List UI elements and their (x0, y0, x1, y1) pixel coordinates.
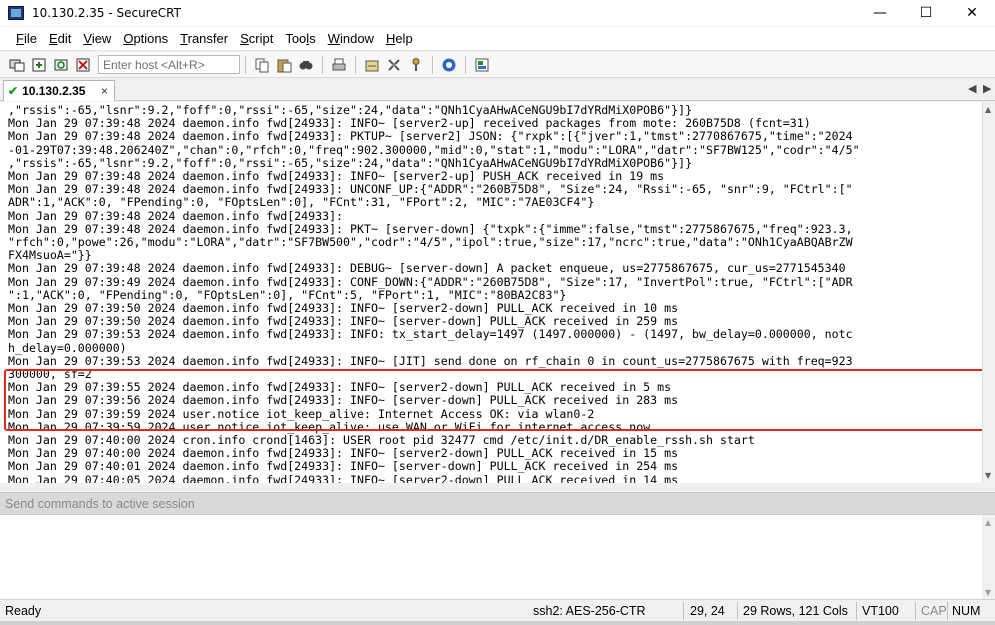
status-divider (737, 602, 738, 620)
status-num-lock: NUM (952, 604, 981, 618)
tab-scroll-left-icon[interactable]: ◀ (968, 82, 976, 95)
print-icon[interactable] (330, 56, 348, 74)
status-emulation: VT100 (862, 604, 899, 618)
copy-icon[interactable] (253, 56, 271, 74)
tab-scroll-right-icon[interactable]: ▶ (983, 82, 991, 95)
terminal-line: Mon Jan 29 07:39:48 2024 daemon.info fwd… (8, 261, 846, 276)
status-divider (915, 602, 916, 620)
disconnect-icon[interactable] (74, 56, 92, 74)
scroll-up-icon[interactable]: ▲ (985, 518, 991, 527)
securecrt-app-icon (8, 6, 24, 20)
toolbar-separator (322, 55, 323, 74)
status-ready: Ready (5, 604, 42, 618)
menu-transfer[interactable]: Transfer (174, 31, 234, 46)
session-options-icon[interactable] (363, 56, 381, 74)
scroll-down-icon[interactable]: ▼ (985, 588, 991, 597)
toolbar-separator (432, 55, 433, 74)
connected-check-icon: ✔ (8, 84, 19, 98)
command-input-area[interactable]: ▲ ▼ (0, 514, 995, 600)
terminal-line: Mon Jan 29 07:39:48 2024 daemon.info fwd… (8, 129, 853, 144)
terminal-line: Mon Jan 29 07:39:53 2024 daemon.info fwd… (8, 353, 853, 368)
menu-window[interactable]: Window (322, 31, 380, 46)
minimize-button[interactable]: — (857, 0, 903, 26)
terminal-line: h_delay=0.000000) (8, 340, 127, 355)
menu-edit[interactable]: Edit (43, 31, 77, 46)
paste-icon[interactable] (275, 56, 293, 74)
terminal-line: -01-29T07:39:48.206240Z","chan":0,"rfch"… (8, 142, 860, 157)
terminal-line: Mon Jan 29 07:39:53 2024 daemon.info fwd… (8, 327, 853, 342)
terminal-line: ADR":1,"ACK":0, "FPending":0, "FOptsLen"… (8, 195, 595, 210)
window-title: 10.130.2.35 - SecureCRT (32, 6, 181, 20)
menu-file[interactable]: File (10, 31, 43, 46)
session-tab-strip: ✔ 10.130.2.35 × ◀ ▶ (0, 79, 995, 101)
terminal-line: Mon Jan 29 07:40:05 2024 daemon.info fwd… (8, 472, 679, 483)
toolbar (0, 52, 995, 78)
terminal-line: Mon Jan 29 07:39:49 2024 daemon.info fwd… (8, 274, 853, 289)
window-controls: — ☐ ✕ (857, 0, 995, 26)
session-tab-label: 10.130.2.35 (22, 84, 86, 98)
session-tab[interactable]: ✔ 10.130.2.35 × (3, 80, 115, 101)
menu-view[interactable]: View (77, 31, 117, 46)
menu-script[interactable]: Script (234, 31, 279, 46)
menu-help[interactable]: Help (380, 31, 419, 46)
scroll-down-icon[interactable]: ▼ (985, 471, 991, 480)
status-divider (856, 602, 857, 620)
find-icon[interactable] (297, 56, 315, 74)
status-divider (683, 602, 684, 620)
status-divider (947, 602, 948, 620)
session-manager-icon[interactable] (473, 56, 491, 74)
global-options-icon[interactable] (385, 56, 403, 74)
help-icon[interactable] (440, 56, 458, 74)
splitter[interactable] (0, 483, 995, 492)
menu-bar: File Edit View Options Transfer Script T… (0, 27, 995, 51)
connect-icon[interactable] (8, 56, 26, 74)
title-bar: 10.130.2.35 - SecureCRT — ☐ ✕ (0, 0, 995, 26)
terminal-line: Mon Jan 29 07:40:01 2024 daemon.info fwd… (8, 459, 679, 474)
toolbar-separator (245, 55, 246, 74)
command-scrollbar[interactable]: ▲ ▼ (982, 515, 995, 600)
maximize-button[interactable]: ☐ (903, 0, 949, 26)
enter-host-input[interactable] (98, 55, 240, 74)
status-caps-lock: CAP (921, 604, 947, 618)
menu-tools[interactable]: Tools (279, 31, 321, 46)
tab-close-icon[interactable]: × (101, 84, 108, 98)
toolbar-separator (465, 55, 466, 74)
taskbar-edge (0, 621, 995, 625)
scroll-up-icon[interactable]: ▲ (985, 105, 991, 114)
menu-options[interactable]: Options (117, 31, 174, 46)
terminal-scrollbar[interactable]: ▲ ▼ (982, 102, 995, 483)
status-terminal-size: 29 Rows, 121 Cols (743, 604, 848, 618)
red-highlight-annotation (4, 369, 990, 431)
toolbar-separator (355, 55, 356, 74)
quick-connect-icon[interactable] (30, 56, 48, 74)
status-cipher: ssh2: AES-256-CTR (533, 604, 646, 618)
command-window-header: Send commands to active session (0, 492, 995, 514)
terminal-line: "rfch":0,"powe":26,"modu":"LORA","datr":… (8, 235, 853, 250)
close-button[interactable]: ✕ (949, 0, 995, 26)
terminal-line: Mon Jan 29 07:39:48 2024 daemon.info fwd… (8, 208, 344, 223)
status-bar: Ready ssh2: AES-256-CTR 29, 24 29 Rows, … (0, 599, 995, 621)
key-icon[interactable] (407, 56, 425, 74)
reconnect-icon[interactable] (52, 56, 70, 74)
status-cursor-position: 29, 24 (690, 604, 725, 618)
